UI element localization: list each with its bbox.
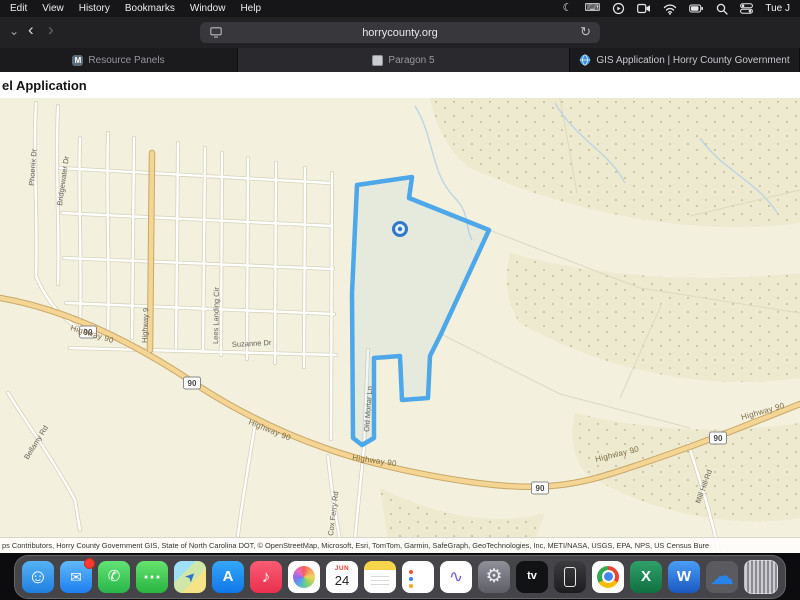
finder-face-icon: ☺ [28,567,48,587]
wifi-icon[interactable] [663,3,677,15]
road-label: Lees Landing Cir [211,287,221,344]
dock-icon-settings[interactable]: ⚙ [478,561,510,593]
tab-label: Paragon 5 [388,55,434,66]
map-container: 90 90 90 90 Phoenix Dr Bridgewater Dr Hi… [0,98,800,553]
dock-icon-notes[interactable] [364,561,396,593]
forward-button[interactable]: › [48,20,54,40]
word-w-icon: W [677,569,691,584]
page-title: el Application [2,78,87,93]
m-favicon-icon: M [72,55,83,66]
search-icon[interactable] [716,3,728,15]
back-button[interactable]: ‹ [28,20,34,40]
reload-icon[interactable]: ↻ [580,24,591,40]
tab-label: Resource Panels [88,55,164,66]
dock-icon-freeform[interactable]: ∿ [440,561,472,593]
tab-gis-application[interactable]: GIS Application | Horry County Governmen… [570,48,800,72]
map-attribution: ps Contributors, Horry County Government… [0,537,800,553]
route-shield: 90 [184,377,201,389]
dock-icon-iphone-mirroring[interactable] [554,561,586,593]
route-shield: 90 [532,482,549,494]
globe-icon [579,54,591,66]
navigation-arrow-icon: ➤ [182,568,199,585]
control-center-icon[interactable] [740,3,753,14]
dock-icon-calendar[interactable]: JUN24 [326,561,358,593]
excel-x-icon: X [641,569,651,584]
tab-label: GIS Application | Horry County Governmen… [596,55,789,66]
gear-icon: ⚙ [485,567,502,586]
focus-moon-icon[interactable]: ☾ [563,3,573,14]
dock-icon-messages[interactable]: ⋯ [136,561,168,593]
dock-icon-reminders[interactable] [402,561,434,593]
dock-icon-maps[interactable]: ➤ [174,561,206,593]
keyboard-icon[interactable]: ⌨ [584,3,600,14]
dock: ☺ ✉ ✆ ⋯ ➤ A ♪ JUN24 ∿ ⚙ tv X W ☁ [14,555,786,599]
calendar-day: 24 [335,574,349,587]
svg-text:90: 90 [714,434,723,443]
video-icon[interactable] [637,3,651,14]
tab-bar: M Resource Panels Paragon 5 GIS Applicat… [0,48,800,72]
page-header: el Application [0,72,800,98]
parcel-marker[interactable] [394,223,407,236]
dock-icon-onedrive[interactable]: ☁ [706,561,738,593]
menu-help[interactable]: Help [240,3,261,14]
dock-icon-finder[interactable]: ☺ [22,561,54,593]
dock-icon-tv[interactable]: tv [516,561,548,593]
dock-icon-music[interactable]: ♪ [250,561,282,593]
url-text: horrycounty.org [362,27,438,39]
document-favicon-icon [372,55,383,66]
dock-icon-app-store[interactable]: A [212,561,244,593]
menu-edit[interactable]: Edit [10,3,27,14]
menu-history[interactable]: History [79,3,110,14]
menu-bar: Edit View History Bookmarks Window Help … [0,0,800,17]
route-shield: 90 [710,432,727,444]
menu-view[interactable]: View [42,3,64,14]
road-label: Highway 9 [140,308,150,343]
tab-paragon-5[interactable]: Paragon 5 [238,48,570,72]
desktop-screen: Edit View History Bookmarks Window Help … [0,0,800,600]
menu-clock[interactable]: Tue J [765,3,790,14]
record-icon[interactable] [612,2,625,15]
cloud-icon: ☁ [710,565,734,589]
dock-icon-excel[interactable]: X [630,561,662,593]
dock-icon-photos[interactable] [288,561,320,593]
gis-map-canvas[interactable]: 90 90 90 90 Phoenix Dr Bridgewater Dr Hi… [0,98,800,553]
menu-window[interactable]: Window [190,3,226,14]
app-store-a-icon: A [223,569,234,584]
address-bar[interactable]: horrycounty.org ↻ [200,22,600,43]
calendar-month: JUN [335,566,350,573]
chat-bubble-icon: ⋯ [143,568,161,586]
dock-zone: ☺ ✉ ✆ ⋯ ➤ A ♪ JUN24 ∿ ⚙ tv X W ☁ [0,553,800,600]
freeform-squiggle-icon: ∿ [449,568,463,585]
svg-text:90: 90 [188,379,197,388]
facetime-camera-icon: ✆ [108,569,121,584]
envelope-icon: ✉ [70,570,82,584]
dock-icon-word[interactable]: W [668,561,700,593]
chevron-down-icon[interactable]: ⌄ [9,24,19,38]
battery-icon[interactable] [689,3,704,14]
tab-resource-panels[interactable]: M Resource Panels [0,48,238,72]
website-icon [210,27,222,41]
browser-toolbar: ⌄ ‹ › horrycounty.org ↻ [0,17,800,49]
notification-badge [84,558,95,569]
dock-icon-chrome[interactable] [592,561,624,593]
music-note-icon: ♪ [262,568,271,585]
dock-icon-trash[interactable] [744,560,778,594]
menu-bookmarks[interactable]: Bookmarks [125,3,175,14]
tv-icon: tv [527,571,537,582]
dock-icon-facetime[interactable]: ✆ [98,561,130,593]
svg-text:90: 90 [536,484,545,493]
dock-icon-mail[interactable]: ✉ [60,561,92,593]
